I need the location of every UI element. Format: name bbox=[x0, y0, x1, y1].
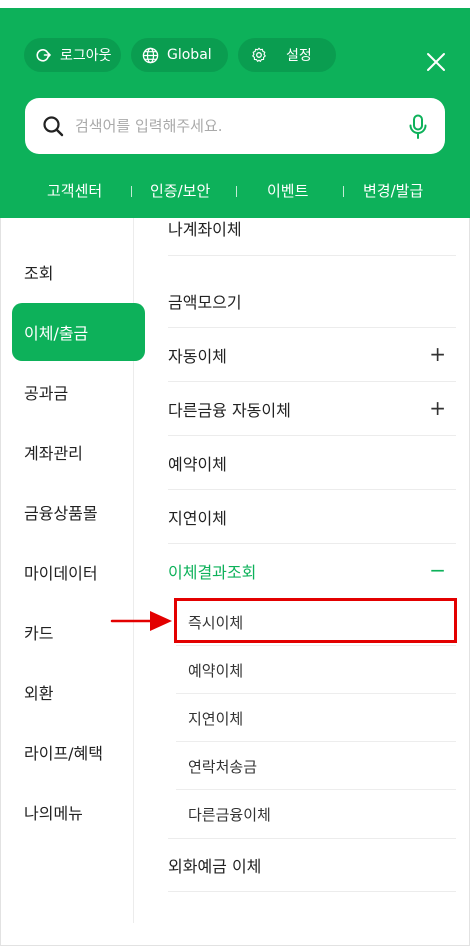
submenu-item-label: 예약이체 bbox=[168, 454, 227, 474]
sub-item-scheduled-transfer[interactable]: 예약이체 bbox=[168, 646, 456, 694]
highlight-box bbox=[174, 598, 457, 643]
submenu-item-label: 외화예금 이체 bbox=[168, 857, 262, 876]
sub-item-label: 지연이체 bbox=[188, 709, 244, 728]
category-transfer[interactable]: 이체/출금 bbox=[12, 303, 145, 361]
submenu-item[interactable]: 외화예금 이체 bbox=[168, 838, 456, 892]
submenu-item-label: 나계좌이체 bbox=[168, 220, 242, 239]
category-inquiry[interactable]: 조회 bbox=[12, 243, 145, 301]
submenu-item[interactable]: 다른금융 자동이체 + bbox=[168, 382, 456, 436]
top-strip bbox=[0, 0, 470, 8]
sub-item-label: 다른금융이체 bbox=[188, 805, 271, 824]
header: 로그아웃 Global 설정 검색어를 입력해주세요. 고객센터 인증/보안 이… bbox=[0, 8, 470, 218]
quick-link-divider bbox=[343, 186, 344, 197]
quick-links: 고객센터 인증/보안 이벤트 변경/발급 bbox=[0, 176, 470, 206]
category-mydata[interactable]: 마이데이터 bbox=[12, 543, 145, 601]
close-button[interactable] bbox=[420, 46, 452, 78]
submenu-item-label: 다른금융 자동이체 bbox=[168, 400, 291, 420]
submenu-item-label: 지연이체 bbox=[168, 508, 227, 528]
expand-plus-icon[interactable]: + bbox=[429, 342, 446, 366]
logout-icon bbox=[34, 46, 52, 64]
category-life-benefits[interactable]: 라이프/혜택 bbox=[12, 723, 145, 781]
microphone-icon[interactable] bbox=[407, 114, 429, 140]
search-icon[interactable] bbox=[41, 114, 65, 138]
globe-icon bbox=[141, 46, 159, 64]
left-category-menu: 조회 이체/출금 공과금 계좌관리 금융상품몰 마이데이터 카드 외환 라이프/… bbox=[0, 218, 145, 923]
category-financial-products[interactable]: 금융상품몰 bbox=[12, 483, 145, 541]
search-input[interactable] bbox=[75, 117, 395, 135]
submenu-item[interactable]: 금액모으기 bbox=[168, 274, 456, 328]
submenu-item-label: 자동이체 bbox=[168, 346, 227, 366]
settings-button[interactable]: 설정 bbox=[238, 38, 336, 72]
category-account-management[interactable]: 계좌관리 bbox=[12, 423, 145, 481]
sub-item-delayed-transfer[interactable]: 지연이체 bbox=[168, 694, 456, 742]
submenu-item[interactable]: 예약이체 bbox=[168, 436, 456, 490]
quick-link-event[interactable]: 이벤트 bbox=[267, 180, 308, 201]
logout-button[interactable]: 로그아웃 bbox=[24, 38, 121, 72]
submenu-item[interactable]: 지연이체 bbox=[168, 490, 456, 544]
expand-plus-icon[interactable]: + bbox=[429, 396, 446, 420]
submenu-list: 나계좌이체 금액모으기 자동이체 + 다른금융 자동이체 + 예약이체 지연이체… bbox=[168, 218, 456, 923]
submenu-item-expanded[interactable]: 이체결과조회 − bbox=[168, 544, 456, 598]
submenu-item-label: 이체결과조회 bbox=[168, 563, 257, 582]
quick-link-customer-center[interactable]: 고객센터 bbox=[47, 180, 102, 201]
logout-label: 로그아웃 bbox=[60, 48, 112, 64]
sub-item-other-bank-transfer[interactable]: 다른금융이체 bbox=[168, 790, 456, 838]
quick-link-auth-security[interactable]: 인증/보안 bbox=[150, 180, 210, 201]
gear-icon bbox=[250, 46, 268, 64]
collapse-minus-icon[interactable]: − bbox=[429, 558, 446, 582]
global-button[interactable]: Global bbox=[131, 38, 228, 72]
category-my-menu[interactable]: 나의메뉴 bbox=[12, 783, 145, 841]
submenu-item[interactable]: 나계좌이체 bbox=[168, 218, 456, 256]
quick-link-change-issue[interactable]: 변경/발급 bbox=[363, 180, 423, 201]
sub-item-label: 연락처송금 bbox=[188, 757, 258, 776]
submenu-item-label: 금액모으기 bbox=[168, 292, 242, 312]
pointer-arrow-icon bbox=[110, 611, 172, 631]
settings-label: 설정 bbox=[286, 48, 312, 64]
sub-item-contact-transfer[interactable]: 연락처송금 bbox=[168, 742, 456, 790]
quick-link-divider bbox=[131, 186, 132, 197]
global-label: Global bbox=[167, 47, 212, 63]
quick-link-divider bbox=[236, 186, 237, 197]
sub-item-label: 예약이체 bbox=[188, 661, 244, 680]
submenu-item[interactable]: 자동이체 + bbox=[168, 328, 456, 382]
category-foreign-exchange[interactable]: 외환 bbox=[12, 663, 145, 721]
search-bar[interactable] bbox=[25, 98, 445, 154]
close-icon bbox=[427, 53, 445, 71]
category-utility-bills[interactable]: 공과금 bbox=[12, 363, 145, 421]
